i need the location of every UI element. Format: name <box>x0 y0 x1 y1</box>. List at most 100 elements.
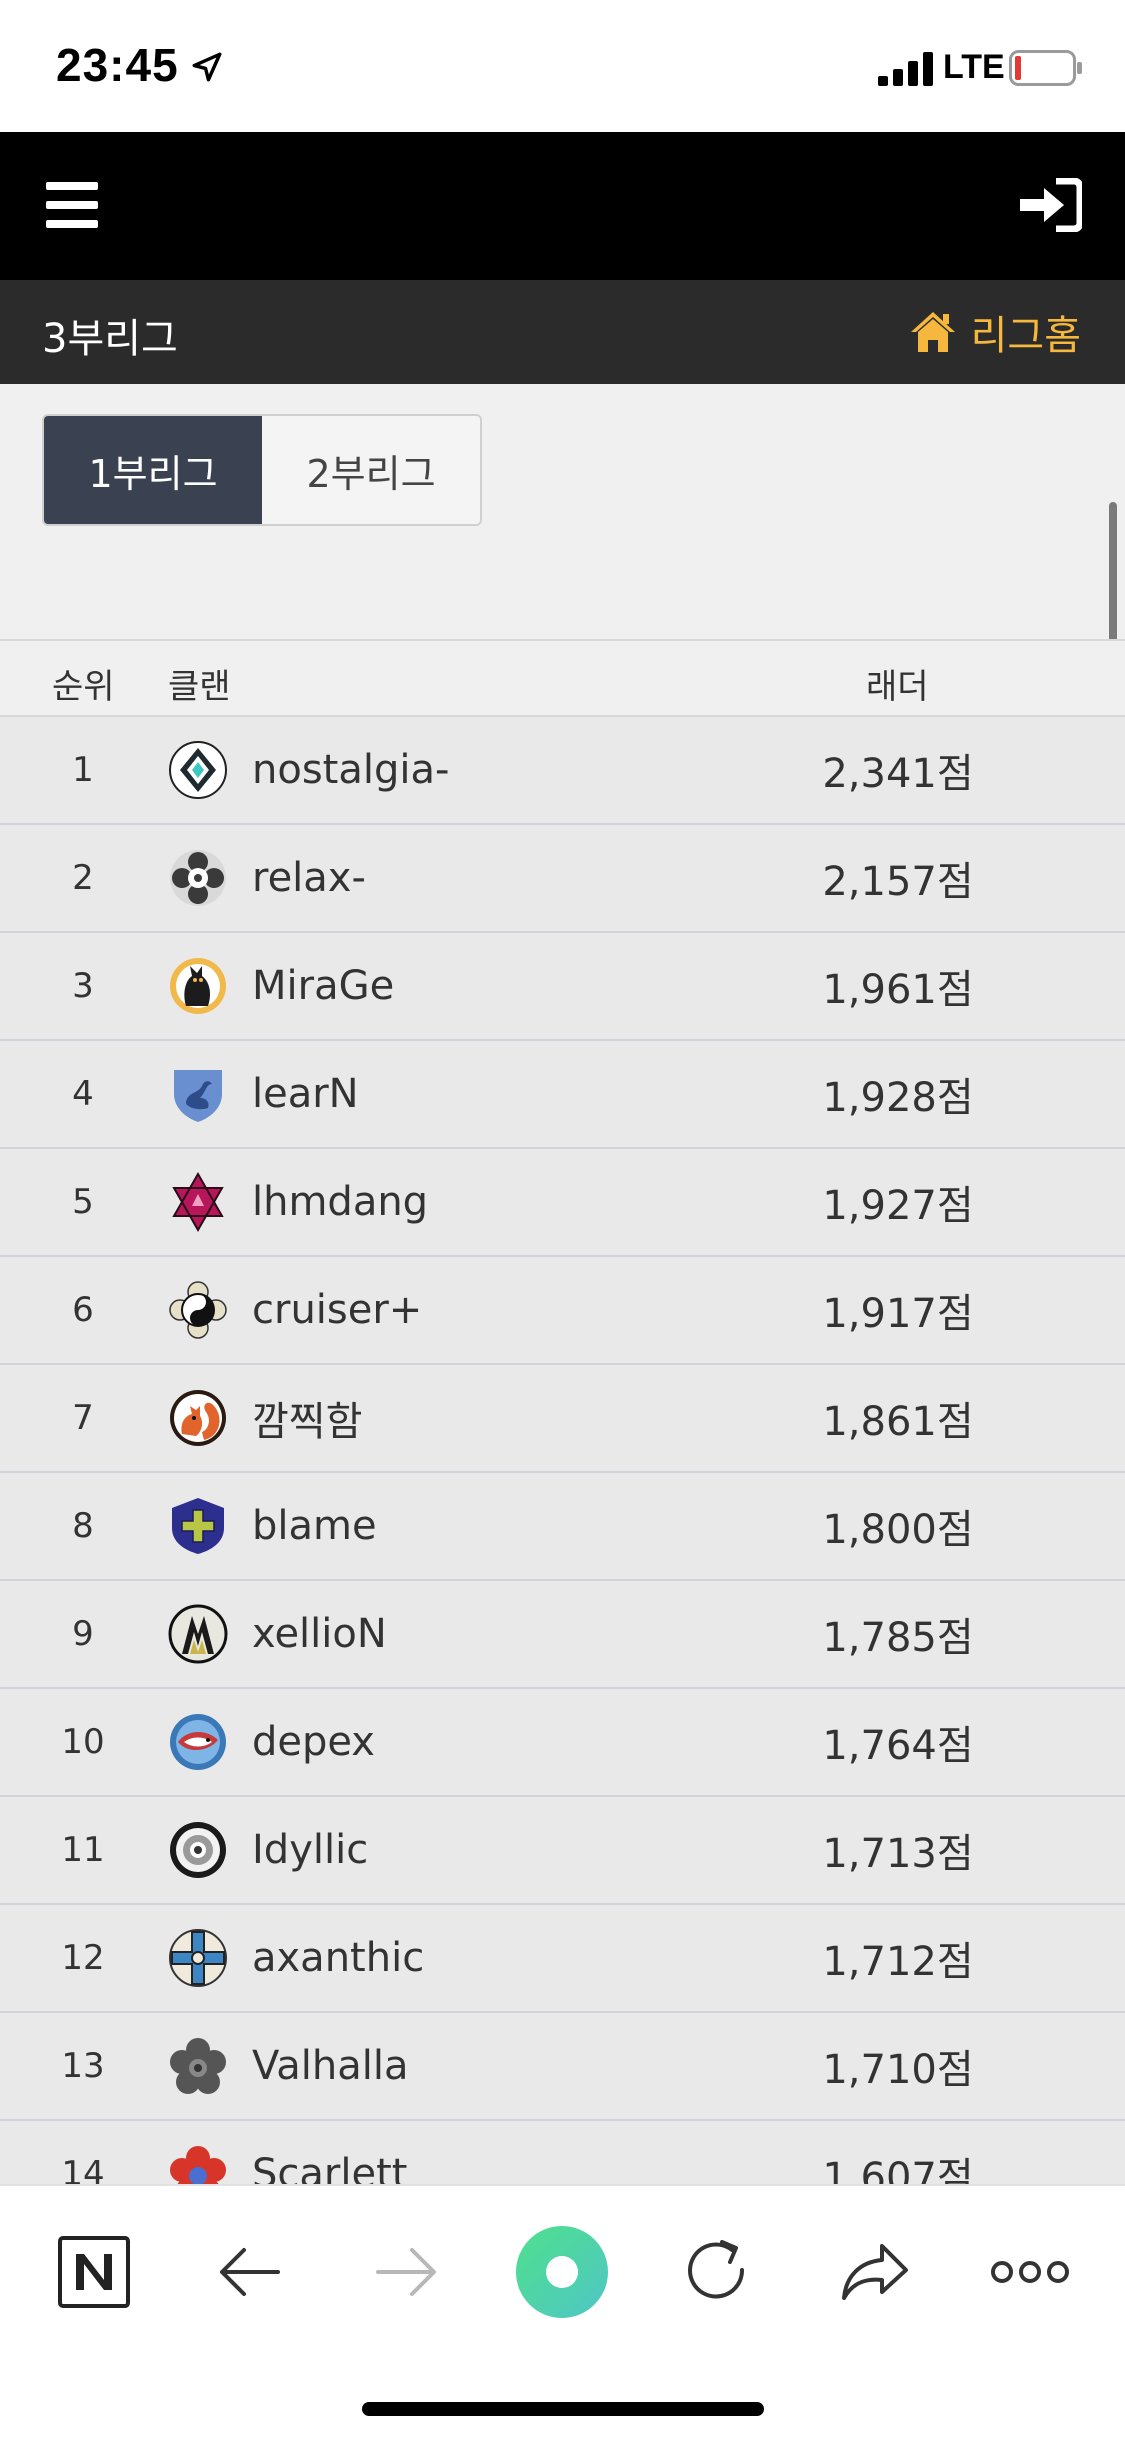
yin-yang-logo-icon <box>169 1281 227 1339</box>
green-circle-icon <box>516 2226 608 2318</box>
ranking-table: 순위 클랜 래더 1 nostalgia- 2,341점 2 relax- 2,… <box>0 639 1125 2229</box>
table-row[interactable]: 12 axanthic 1,712점 <box>0 1905 1125 2013</box>
clan-name[interactable]: MiraGe <box>252 933 394 1039</box>
ladder-score: 2,157점 <box>822 859 974 905</box>
ladder-score: 1,961점 <box>822 967 974 1013</box>
signal-icon <box>878 52 933 86</box>
header-rank: 순위 <box>52 667 115 707</box>
rank-cell: 2 <box>72 858 94 898</box>
share-button[interactable] <box>826 2224 922 2320</box>
back-button[interactable] <box>202 2224 298 2320</box>
network-label: LTE <box>943 48 1005 86</box>
more-icon <box>991 2261 1069 2283</box>
share-icon <box>842 2244 908 2300</box>
header-clan: 클랜 <box>168 667 231 707</box>
clan-name[interactable]: nostalgia- <box>252 717 449 823</box>
ladder-score: 1,710점 <box>822 2047 974 2093</box>
forward-button[interactable] <box>358 2224 454 2320</box>
clan-name[interactable]: Valhalla <box>252 2013 408 2119</box>
reload-icon <box>688 2240 745 2299</box>
naver-home-button[interactable] <box>46 2224 142 2320</box>
table-row[interactable]: 5 lhmdang 1,927점 <box>0 1149 1125 1257</box>
clan-name[interactable]: xellioN <box>252 1581 387 1687</box>
fish-logo-icon <box>170 1714 226 1770</box>
clan-name[interactable]: lhmdang <box>252 1149 428 1255</box>
status-bar: 23:45 LTE <box>0 0 1125 132</box>
browser-toolbar <box>0 2184 1125 2438</box>
table-row[interactable]: 2 relax- 2,157점 <box>0 825 1125 933</box>
table-row[interactable]: 11 Idyllic 1,713점 <box>0 1797 1125 1905</box>
ladder-score: 2,341점 <box>822 751 974 797</box>
table-row[interactable]: 1 nostalgia- 2,341점 <box>0 717 1125 825</box>
more-button[interactable] <box>982 2224 1078 2320</box>
ladder-score: 1,800점 <box>822 1507 974 1553</box>
league-home-link[interactable]: 리그홈 <box>909 302 1081 362</box>
rank-cell: 12 <box>61 1938 105 1978</box>
rank-cell: 9 <box>72 1614 94 1654</box>
league-title: 3부리그 <box>42 316 178 362</box>
rank-cell: 3 <box>72 966 94 1006</box>
status-time: 23:45 <box>56 39 179 91</box>
clan-name[interactable]: relax- <box>252 825 366 931</box>
table-row[interactable]: 6 cruiser+ 1,917점 <box>0 1257 1125 1365</box>
rank-cell: 1 <box>72 750 94 790</box>
cat-logo-icon <box>170 958 226 1014</box>
rank-cell: 4 <box>72 1074 94 1114</box>
ladder-score: 1,861점 <box>822 1399 974 1445</box>
green-dot-button[interactable] <box>514 2224 610 2320</box>
clan-name[interactable]: depex <box>252 1689 375 1795</box>
clan-name[interactable]: axanthic <box>252 1905 424 2011</box>
forward-arrow-icon <box>376 2248 436 2296</box>
grey-flower-logo-icon <box>170 2038 226 2094</box>
table-row[interactable]: 4 learN 1,928점 <box>0 1041 1125 1149</box>
diamond-logo-icon <box>169 741 227 799</box>
wing-logo-icon <box>168 1604 228 1664</box>
table-row[interactable]: 7 깜찍함 1,861점 <box>0 1365 1125 1473</box>
rank-cell: 13 <box>61 2046 105 2086</box>
table-row[interactable]: 8 blame 1,800점 <box>0 1473 1125 1581</box>
ladder-score: 1,764점 <box>822 1723 974 1769</box>
table-row[interactable]: 10 depex 1,764점 <box>0 1689 1125 1797</box>
rank-cell: 8 <box>72 1506 94 1546</box>
table-row[interactable]: 3 MiraGe 1,961점 <box>0 933 1125 1041</box>
tab-division-1[interactable]: 1부리그 <box>44 416 262 524</box>
ladder-score: 1,927점 <box>822 1183 974 1229</box>
home-icon <box>910 312 955 352</box>
cross-shield-logo-icon <box>172 1498 224 1554</box>
clan-name[interactable]: 깜찍함 <box>252 1365 362 1471</box>
dragon-shield-logo-icon <box>174 1070 222 1122</box>
table-row[interactable]: 13 Valhalla 1,710점 <box>0 2013 1125 2121</box>
league-home-label: 리그홈 <box>970 313 1081 359</box>
ring-logo-icon <box>170 1822 226 1878</box>
login-icon[interactable] <box>1020 178 1082 232</box>
rank-cell: 6 <box>72 1290 94 1330</box>
ladder-score: 1,917점 <box>822 1291 974 1337</box>
reload-button[interactable] <box>670 2224 766 2320</box>
battery-icon <box>1009 50 1082 86</box>
home-indicator[interactable] <box>362 2402 764 2416</box>
top-nav-bar <box>0 132 1125 280</box>
content-area: 1부리그 2부리그 순위 클랜 래더 1 nostalgia- 2,341점 2 <box>0 384 1125 2229</box>
menu-icon[interactable] <box>46 180 98 230</box>
table-row[interactable]: 9 xellioN 1,785점 <box>0 1581 1125 1689</box>
clan-name[interactable]: blame <box>252 1473 377 1579</box>
table-header: 순위 클랜 래더 <box>0 639 1125 717</box>
ladder-score: 1,928점 <box>822 1075 974 1121</box>
rank-cell: 11 <box>61 1830 105 1870</box>
squirrel-logo-icon <box>170 1390 226 1446</box>
clan-name[interactable]: cruiser+ <box>252 1257 422 1363</box>
league-header: 3부리그 리그홈 <box>0 280 1125 384</box>
hexagram-logo-icon <box>172 1172 224 1232</box>
compass-cross-logo-icon <box>169 1929 227 1987</box>
header-ladder: 래더 <box>866 667 929 707</box>
ladder-score: 1,785점 <box>822 1615 974 1661</box>
clan-name[interactable]: learN <box>252 1041 359 1147</box>
rank-cell: 7 <box>72 1398 94 1438</box>
division-tabs: 1부리그 2부리그 <box>42 414 482 526</box>
rank-cell: 5 <box>72 1182 94 1222</box>
tab-division-2[interactable]: 2부리그 <box>262 416 480 524</box>
clan-name[interactable]: Idyllic <box>252 1797 368 1903</box>
location-arrow-icon <box>192 52 222 82</box>
back-arrow-icon <box>220 2248 280 2296</box>
naver-n-icon <box>58 2236 130 2308</box>
